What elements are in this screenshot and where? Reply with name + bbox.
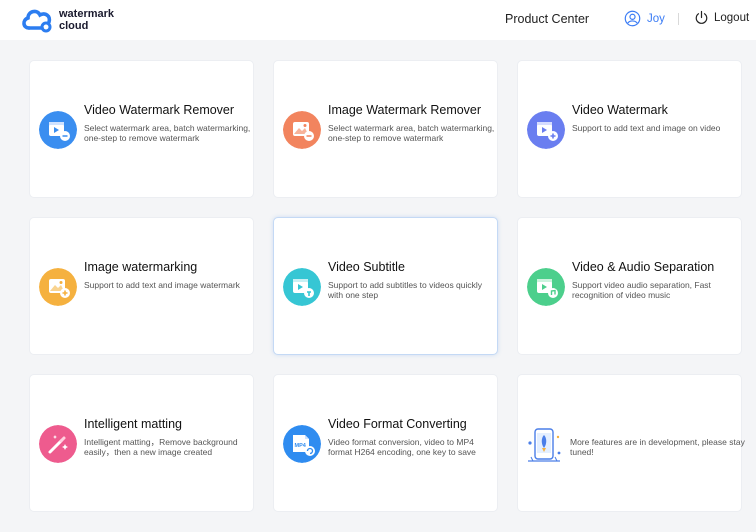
- cloud-logo-icon: [22, 9, 52, 33]
- logo[interactable]: watermark cloud: [20, 6, 114, 34]
- tool-card-video-format-converting[interactable]: MP4 Video Format Converting Video format…: [273, 374, 498, 512]
- tool-description: Support to add text and image on video: [572, 123, 721, 133]
- more-features-card: More features are in development, please…: [517, 374, 745, 512]
- tool-card-intelligent-matting[interactable]: Intelligent matting Intelligent matting，…: [29, 374, 254, 512]
- logout-label: Logout: [714, 11, 750, 24]
- tool-title: Video Subtitle: [328, 260, 405, 274]
- tool-card-video-audio-separation[interactable]: Video & Audio Separation Support video a…: [517, 217, 742, 355]
- tool-description: Support video audio separation, Fast rec…: [572, 280, 711, 300]
- tool-card-image-watermark-remover[interactable]: Image Watermark Remover Select watermark…: [273, 60, 498, 198]
- more-features-text: More features are in development, please…: [570, 437, 745, 457]
- tool-card-video-subtitle[interactable]: Video Subtitle Support to add subtitles …: [273, 217, 498, 355]
- tool-description: Support to add text and image watermark: [84, 280, 240, 290]
- tool-title: Video & Audio Separation: [572, 260, 715, 274]
- logo-text: watermark cloud: [59, 8, 114, 32]
- tool-title: Video Watermark Remover: [84, 103, 235, 117]
- mp4-badge: MP4: [295, 443, 307, 449]
- tool-title: Intelligent matting: [84, 417, 182, 431]
- tool-description: Select watermark area, batch watermarkin…: [328, 123, 495, 143]
- video-watermark-icon: [527, 111, 565, 149]
- logout-button[interactable]: Logout: [694, 10, 749, 25]
- top-header: watermark cloud Product Center Joy Logou…: [0, 0, 756, 40]
- tool-card-video-watermark-remover[interactable]: Video Watermark Remover Select watermark…: [29, 60, 254, 198]
- product-center-link[interactable]: Product Center: [505, 12, 589, 26]
- logo-line1: watermark: [59, 8, 115, 20]
- image-watermark-remover-icon: [283, 111, 321, 149]
- video-audio-separation-icon: [527, 268, 565, 306]
- tool-description: Select watermark area, batch watermarkin…: [84, 123, 251, 143]
- user-name: Joy: [647, 12, 665, 25]
- tool-description: Support to add subtitles to videos quick…: [328, 280, 483, 300]
- nav-divider: [678, 13, 679, 25]
- tool-title: Image watermarking: [84, 260, 198, 274]
- tool-title: Video Format Converting: [328, 417, 467, 431]
- video-format-converting-icon: MP4: [283, 425, 321, 463]
- intelligent-matting-icon: [39, 425, 77, 463]
- tool-description: Intelligent matting，Remove background ea…: [84, 437, 238, 457]
- tool-card-video-watermark[interactable]: Video Watermark Support to add text and …: [517, 60, 742, 198]
- user-menu[interactable]: Joy: [624, 10, 665, 27]
- rocket-phone-illustration-icon: [528, 428, 561, 462]
- video-watermark-remover-icon: [39, 111, 77, 149]
- user-avatar-icon: [624, 10, 641, 27]
- power-icon: [695, 10, 708, 24]
- image-watermarking-icon: [39, 268, 77, 306]
- tool-description: Video format conversion, video to MP4 fo…: [328, 437, 476, 457]
- logo-line2: cloud: [59, 20, 89, 32]
- tool-title: Video Watermark: [572, 103, 668, 117]
- video-subtitle-icon: [283, 268, 321, 306]
- tool-card-image-watermarking[interactable]: Image watermarking Support to add text a…: [29, 217, 254, 355]
- tool-title: Image Watermark Remover: [328, 103, 482, 117]
